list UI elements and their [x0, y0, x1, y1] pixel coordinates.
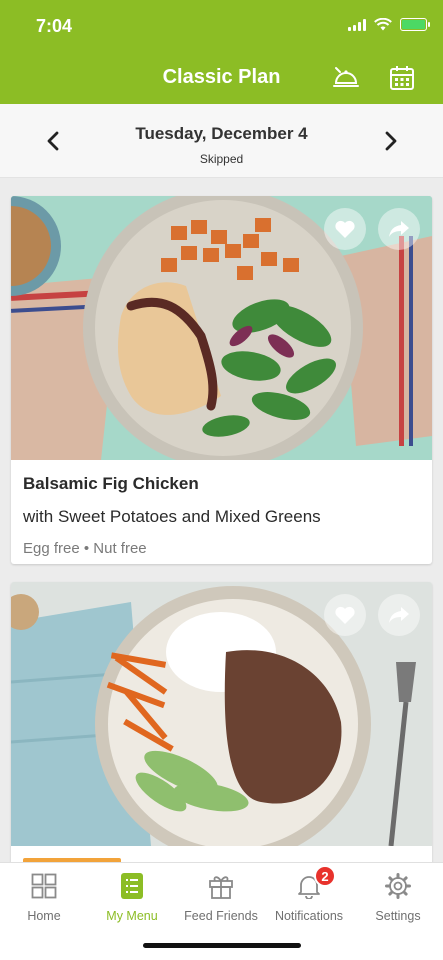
recipe-details: Balsamic Fig Chicken with Sweet Potatoes… — [11, 460, 432, 557]
share-icon — [389, 221, 409, 237]
favorite-button[interactable] — [324, 208, 366, 250]
gift-icon — [209, 876, 233, 899]
cellular-signal-icon — [348, 18, 366, 31]
dish-button[interactable] — [330, 62, 362, 94]
next-day-button[interactable] — [376, 126, 406, 156]
tab-label: Home — [27, 909, 61, 923]
tab-settings[interactable]: Settings — [354, 863, 442, 933]
recipe-card[interactable]: Balsamic Fig Chicken with Sweet Potatoes… — [11, 196, 432, 564]
recipe-photo — [11, 582, 432, 846]
tab-label: Feed Friends — [184, 909, 258, 923]
home-indicator[interactable] — [143, 943, 301, 948]
menu-list-icon — [121, 873, 143, 899]
wifi-icon — [374, 18, 392, 31]
tab-feed-friends[interactable]: Feed Friends — [177, 863, 265, 933]
date-navigator: Tuesday, December 4 Skipped — [0, 104, 443, 178]
tab-label: Settings — [375, 909, 421, 923]
chevron-right-icon — [385, 131, 397, 151]
calendar-button[interactable] — [386, 62, 418, 94]
favorite-button[interactable] — [324, 594, 366, 636]
grid-icon — [31, 873, 57, 899]
status-icons — [348, 18, 430, 31]
heart-icon — [335, 606, 355, 624]
recipe-subtitle: with Sweet Potatoes and Mixed Greens — [23, 507, 321, 526]
tab-label: My Menu — [106, 909, 158, 923]
recipe-photo — [11, 196, 432, 460]
recipe-card[interactable] — [11, 582, 432, 882]
tab-my-menu[interactable]: My Menu — [88, 863, 176, 933]
recipe-title: Balsamic Fig Chicken — [23, 474, 199, 493]
gear-icon — [385, 873, 411, 899]
tab-notifications[interactable]: 2 Notifications — [265, 863, 353, 933]
tab-label: Notifications — [274, 909, 344, 923]
battery-icon — [400, 18, 430, 31]
share-button[interactable] — [378, 208, 420, 250]
tab-home[interactable]: Home — [0, 863, 88, 933]
app-header: 7:04 Classic Plan — [0, 0, 443, 104]
dish-icon — [333, 67, 359, 87]
share-button[interactable] — [378, 594, 420, 636]
share-icon — [389, 607, 409, 623]
calendar-icon — [390, 66, 414, 90]
heart-icon — [335, 220, 355, 238]
recipe-tags: Egg free • Nut free — [23, 540, 147, 557]
notification-badge: 2 — [314, 865, 336, 887]
status-time: 7:04 — [36, 16, 73, 36]
page-title: Classic Plan — [162, 66, 281, 88]
